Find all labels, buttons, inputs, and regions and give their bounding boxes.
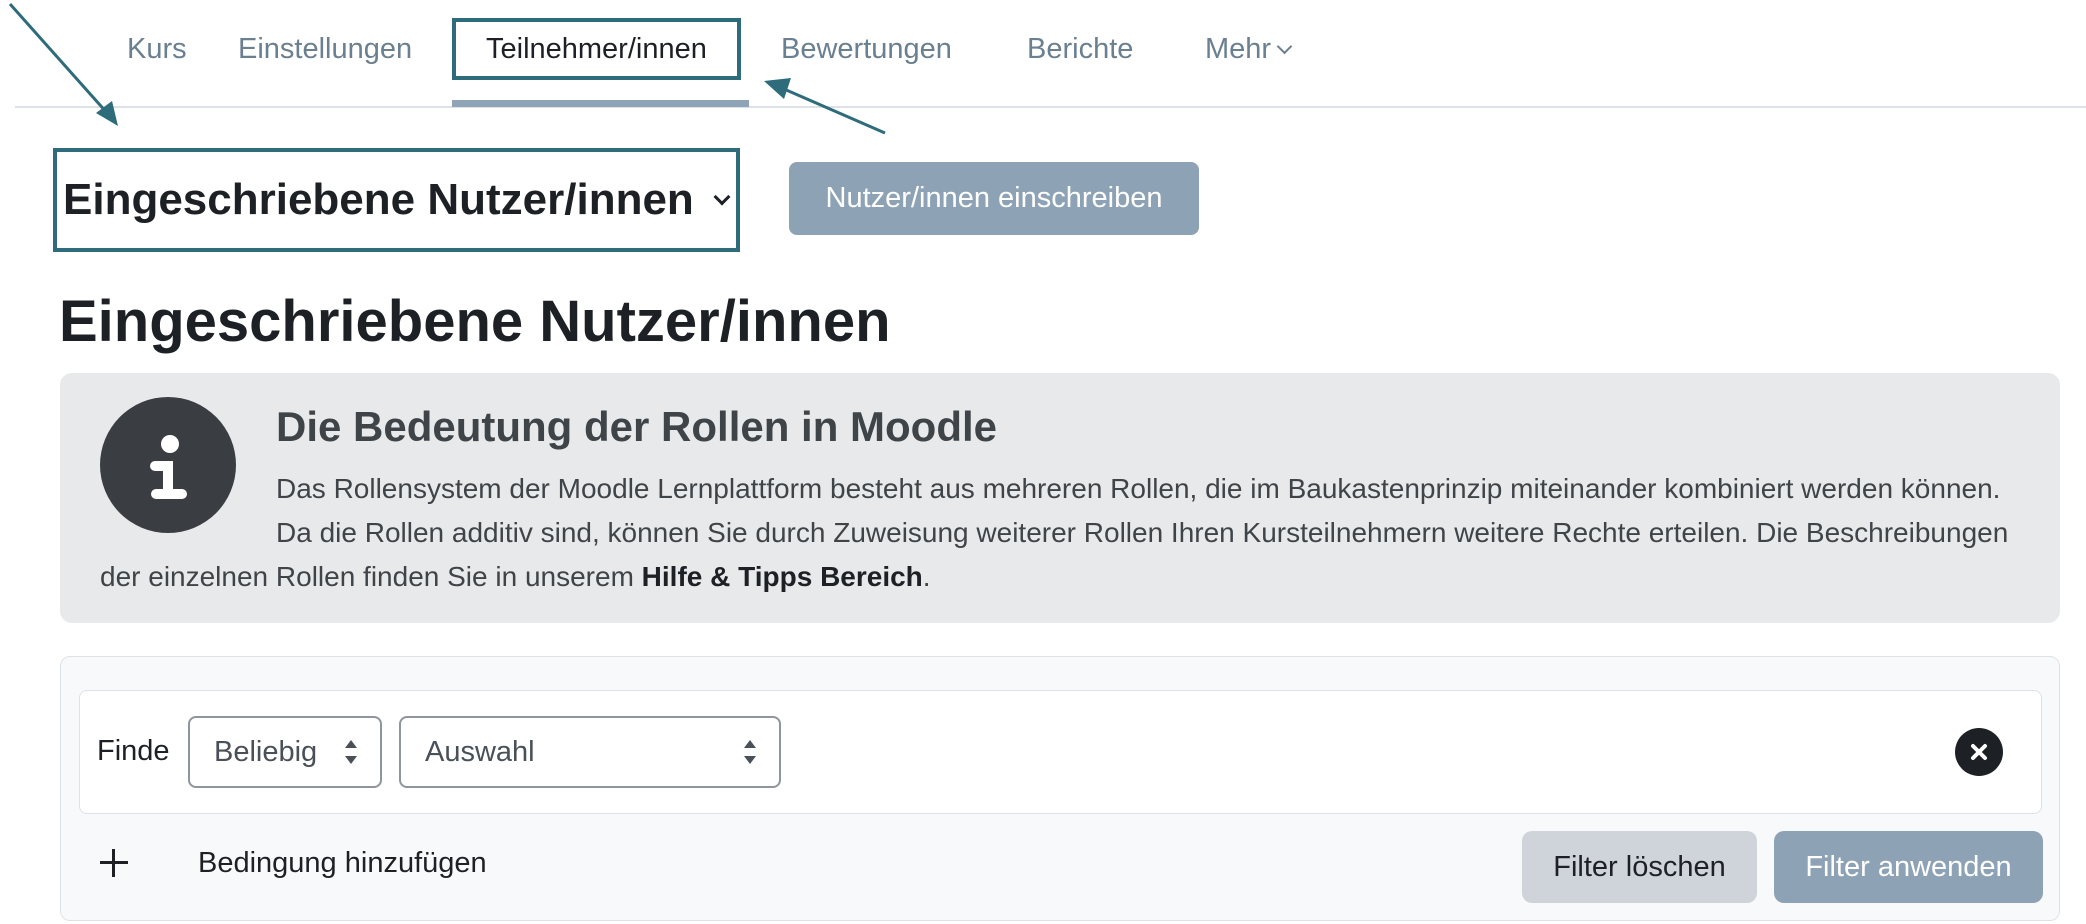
annotation-arrows (8, 3, 886, 135)
arrow-to-heading (8, 3, 118, 126)
arrow-to-tab (764, 78, 886, 135)
